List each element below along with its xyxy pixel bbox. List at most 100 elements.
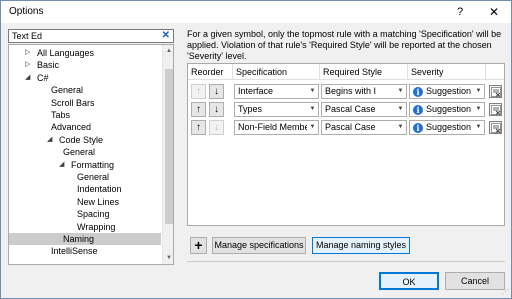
manage-specifications-button[interactable]: Manage specifications (212, 237, 306, 254)
manage-naming-styles-button[interactable]: Manage naming styles (312, 237, 410, 254)
search-value[interactable]: Text Ed (12, 31, 42, 41)
resize-grip-icon[interactable]: ⋰ (502, 288, 509, 296)
tree-item[interactable]: ▷ All Languages (9, 47, 161, 59)
scroll-thumb[interactable] (165, 69, 173, 224)
column-header-required-style: Required Style (320, 64, 408, 80)
move-up-button[interactable]: ↑ (191, 102, 206, 117)
tree-item[interactable]: Spacing (9, 208, 161, 220)
tree-item-label: Scroll Bars (51, 97, 95, 108)
close-icon[interactable]: ✕ (485, 4, 503, 20)
help-icon[interactable]: ? (451, 4, 469, 20)
tree-item-label: Advanced (51, 122, 92, 133)
tree-item-label: IntelliSense (51, 246, 98, 257)
naming-rules-grid: Reorder Specification Required Style Sev… (187, 63, 505, 226)
severity-dropdown[interactable]: i Suggestion ▼ (409, 102, 485, 117)
tree-item[interactable]: New Lines (9, 196, 161, 208)
tree-item-label: General (51, 85, 84, 96)
options-dialog: Options ? ✕ Text Ed ✕ ▷ All Languages ▷ Bas… (0, 0, 512, 299)
tree-item[interactable]: General (9, 146, 161, 158)
cancel-button[interactable]: Cancel (445, 272, 505, 290)
required-style-value: Begins with I (325, 86, 377, 96)
move-down-button[interactable]: ↓ (209, 120, 224, 135)
column-header-severity: Severity (408, 64, 486, 80)
remove-rule-icon[interactable] (489, 85, 502, 98)
tree-item-label: Basic (37, 60, 60, 71)
column-header-remove (486, 64, 504, 80)
tree-item[interactable]: General (9, 171, 161, 183)
chevron-down-icon[interactable]: ▼ (307, 85, 318, 98)
tree-item-label: Code Style (59, 134, 104, 145)
chevron-down-icon[interactable]: ▼ (473, 103, 484, 116)
tree-item[interactable]: ◢ Code Style (9, 134, 161, 146)
tree-item-label: All Languages (37, 48, 95, 58)
collapse-arrow-icon[interactable]: ◢ (59, 159, 64, 171)
info-icon: i (413, 105, 423, 115)
collapse-arrow-icon[interactable]: ◢ (25, 72, 30, 84)
add-rule-button[interactable]: + (190, 237, 207, 254)
move-up-button[interactable]: ↑ (191, 84, 206, 99)
ok-button[interactable]: OK (379, 272, 439, 290)
remove-rule-icon[interactable] (489, 121, 502, 134)
tree-item[interactable]: Scroll Bars (9, 97, 161, 109)
tree-item-label: General (63, 147, 96, 158)
tree-item[interactable]: Indentation (9, 183, 161, 195)
chevron-down-icon[interactable]: ▼ (473, 121, 484, 134)
scroll-down-icon[interactable]: ▼ (163, 252, 173, 264)
chevron-down-icon[interactable]: ▼ (395, 121, 406, 134)
scroll-up-icon[interactable]: ▲ (163, 45, 173, 57)
move-down-button[interactable]: ↓ (209, 84, 224, 99)
collapse-arrow-icon[interactable]: ◢ (47, 134, 52, 146)
info-icon: i (413, 87, 423, 97)
expand-arrow-icon[interactable]: ▷ (25, 59, 30, 71)
chevron-down-icon[interactable]: ▼ (395, 103, 406, 116)
tree-item-label: Naming (63, 234, 95, 244)
tree-item[interactable]: General (9, 84, 161, 96)
tree-item[interactable]: Advanced (9, 121, 161, 133)
severity-dropdown[interactable]: i Suggestion ▼ (409, 120, 485, 135)
required-style-dropdown[interactable]: Begins with I ▼ (321, 84, 407, 99)
divider (187, 261, 505, 262)
required-style-value: Pascal Case (325, 122, 376, 132)
move-up-button[interactable]: ↑ (191, 120, 206, 135)
specification-dropdown[interactable]: Non-Field Members ▼ (234, 120, 319, 135)
window-title: Options (9, 6, 44, 17)
naming-description: For a given symbol, only the topmost rul… (187, 29, 502, 61)
tree-item-label: Indentation (77, 184, 122, 195)
tree-item[interactable]: ◢ C# (9, 72, 161, 84)
required-style-dropdown[interactable]: Pascal Case ▼ (321, 120, 407, 135)
remove-rule-icon[interactable] (489, 103, 502, 116)
tree-item[interactable]: Tabs (9, 109, 161, 121)
title-bar: Options ? ✕ (1, 1, 511, 23)
tree-item-label: New Lines (77, 196, 120, 207)
chevron-down-icon[interactable]: ▼ (473, 85, 484, 98)
tree-item-label: Formatting (71, 159, 115, 170)
tree-item[interactable]: ▷ Basic (9, 59, 161, 71)
tree-scrollbar[interactable]: ▲ ▼ (162, 45, 173, 264)
severity-value: Suggestion (426, 122, 472, 132)
options-tree[interactable]: ▷ All Languages ▷ Basic ◢ C# General Scroll Bar… (8, 44, 174, 265)
specification-value: Types (238, 104, 263, 114)
chevron-down-icon[interactable]: ▼ (307, 103, 318, 116)
required-style-dropdown[interactable]: Pascal Case ▼ (321, 102, 407, 117)
tree-item[interactable]: ◢ Formatting (9, 159, 161, 171)
column-header-specification: Specification (233, 64, 320, 80)
search-input[interactable]: Text Ed ✕ (8, 29, 174, 43)
chevron-down-icon[interactable]: ▼ (307, 121, 318, 134)
tree-item-label: Wrapping (77, 221, 116, 232)
required-style-value: Pascal Case (325, 104, 376, 114)
severity-value: Suggestion (426, 86, 472, 96)
tree-item-label: Tabs (51, 110, 71, 120)
clear-search-icon[interactable]: ✕ (162, 30, 170, 42)
severity-value: Suggestion (426, 104, 472, 114)
specification-dropdown[interactable]: Types ▼ (234, 102, 319, 117)
expand-arrow-icon[interactable]: ▷ (25, 47, 30, 59)
severity-dropdown[interactable]: i Suggestion ▼ (409, 84, 485, 99)
tree-item-label: General (77, 172, 110, 182)
column-header-reorder: Reorder (188, 64, 233, 80)
move-down-button[interactable]: ↓ (209, 102, 224, 117)
specification-dropdown[interactable]: Interface ▼ (234, 84, 319, 99)
tree-item[interactable]: IntelliSense (9, 245, 161, 257)
tree-item[interactable]: Wrapping (9, 221, 161, 233)
tree-item[interactable]: Naming (9, 233, 161, 245)
chevron-down-icon[interactable]: ▼ (395, 85, 406, 98)
